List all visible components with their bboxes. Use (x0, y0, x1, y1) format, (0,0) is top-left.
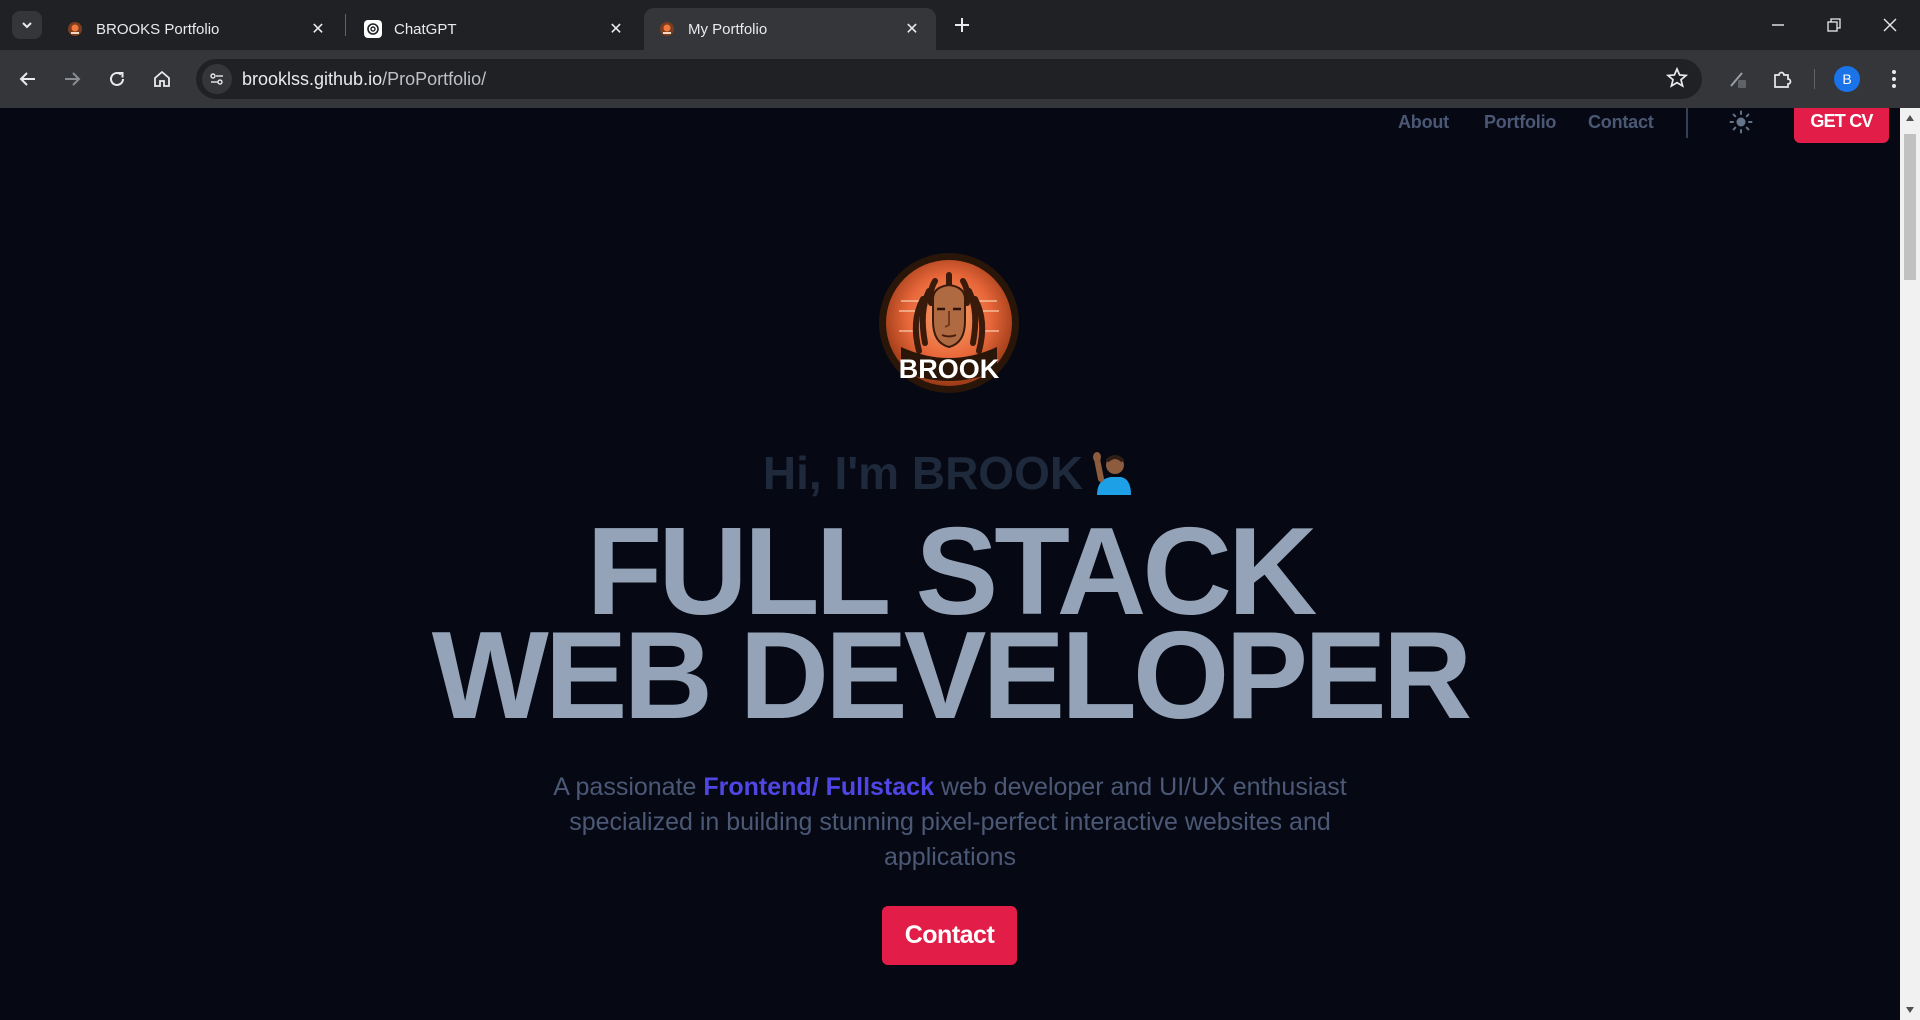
close-icon[interactable]: ✕ (606, 19, 626, 39)
close-window-button[interactable] (1862, 0, 1918, 50)
forward-button[interactable] (56, 63, 88, 95)
hero-tagline: A passionate Frontend/ Fullstack web dev… (540, 770, 1360, 875)
plus-icon (955, 18, 969, 32)
pen-extension-icon (1730, 72, 1746, 88)
nav-divider (1686, 108, 1688, 138)
hero-headline: FULL STACK WEB DEVELOPER (0, 510, 1900, 738)
home-button[interactable] (146, 63, 178, 95)
scroll-up-arrow-icon[interactable] (1900, 110, 1920, 126)
new-tab-button[interactable] (950, 13, 974, 37)
tab-brooks-portfolio[interactable]: BROOKS Portfolio ✕ (52, 8, 342, 50)
site-nav: About Portfolio Contact GET CV (0, 108, 1900, 148)
chatgpt-favicon-icon (364, 20, 382, 38)
extension-pinned-button[interactable] (1722, 63, 1754, 95)
scroll-down-arrow-icon[interactable] (1900, 1002, 1920, 1018)
greeting-heading: Hi, I'm BROOK (0, 446, 1900, 500)
brook-logo: BROOK (879, 253, 1019, 393)
restore-icon (1827, 18, 1841, 32)
logo-text: BROOK (899, 354, 1000, 384)
scrollbar-thumb[interactable] (1904, 134, 1916, 280)
url-host: brooklss.github.io (242, 68, 383, 89)
headline-line-2: WEB DEVELOPER (431, 607, 1473, 745)
site-info-icon[interactable] (202, 64, 232, 94)
reload-button[interactable] (101, 63, 133, 95)
minimize-icon (1772, 24, 1784, 26)
tab-my-portfolio[interactable]: My Portfolio ✕ (644, 8, 936, 50)
profile-avatar[interactable]: B (1834, 66, 1860, 92)
tagline-highlight: Frontend/ Fullstack (703, 773, 934, 801)
page-scrollbar[interactable] (1900, 108, 1920, 1020)
puzzle-icon (1774, 71, 1792, 88)
nav-link-contact[interactable]: Contact (1588, 112, 1654, 133)
page-viewport: About Portfolio Contact GET CV BROOK Hi,… (0, 108, 1900, 1020)
address-bar[interactable]: brooklss.github.io/ProPortfolio/ (196, 59, 1702, 99)
sun-icon[interactable] (1729, 110, 1753, 134)
kebab-menu-icon (1892, 70, 1896, 88)
tagline-pre: A passionate (553, 773, 704, 801)
tab-chatgpt[interactable]: ChatGPT ✕ (350, 8, 640, 50)
arrow-right-icon (65, 72, 81, 86)
url-path: /ProPortfolio/ (382, 68, 487, 89)
tab-strip: BROOKS Portfolio ✕ ChatGPT ✕ My Portfoli… (0, 0, 1920, 50)
url-text[interactable]: brooklss.github.io/ProPortfolio/ (242, 69, 486, 90)
contact-button[interactable]: Contact (882, 906, 1017, 965)
tab-label: BROOKS Portfolio (96, 20, 220, 38)
arrow-left-icon (19, 72, 35, 86)
tab-search-button[interactable] (12, 11, 42, 39)
nav-link-portfolio[interactable]: Portfolio (1484, 112, 1556, 133)
close-icon (1883, 18, 1897, 32)
tab-label: My Portfolio (688, 20, 768, 38)
chevron-down-icon (22, 22, 32, 29)
browser-toolbar: brooklss.github.io/ProPortfolio/ B (0, 50, 1920, 108)
portfolio-favicon-icon (660, 22, 674, 36)
get-cv-button[interactable]: GET CV (1794, 108, 1889, 143)
greeting-text: Hi, I'm BROOK (762, 447, 1084, 499)
back-button[interactable] (12, 63, 44, 95)
tab-label: ChatGPT (394, 20, 457, 38)
tab-divider (345, 14, 346, 36)
extensions-button[interactable] (1766, 63, 1798, 95)
person-raising-hand-icon (1093, 452, 1132, 495)
toolbar-divider (1814, 69, 1815, 89)
portfolio-favicon-icon (68, 22, 82, 36)
nav-link-about[interactable]: About (1398, 112, 1449, 133)
close-icon[interactable]: ✕ (902, 19, 922, 39)
minimize-button[interactable] (1750, 0, 1806, 50)
menu-button[interactable] (1878, 63, 1910, 95)
close-icon[interactable]: ✕ (308, 19, 328, 39)
restore-button[interactable] (1806, 0, 1862, 50)
bookmark-star-icon[interactable] (1665, 66, 1689, 94)
home-icon (154, 70, 170, 87)
reload-icon (110, 71, 124, 86)
